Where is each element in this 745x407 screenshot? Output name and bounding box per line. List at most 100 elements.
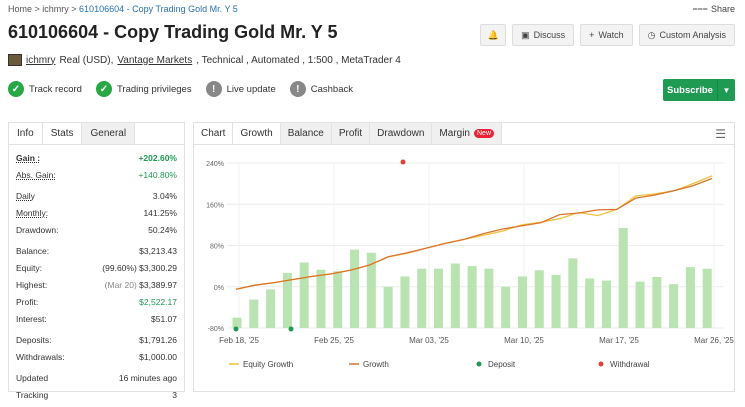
bar bbox=[467, 266, 477, 328]
tab-profit[interactable]: Profit bbox=[331, 123, 371, 144]
subscribe-label: Subscribe bbox=[667, 84, 713, 96]
x-tick-label: Feb 25, '25 bbox=[314, 336, 354, 345]
custom-analysis-button[interactable]: ◷ Custom Analysis bbox=[638, 24, 735, 46]
stat-value: +202.60% bbox=[138, 152, 177, 163]
stat-label: Drawdown: bbox=[16, 224, 59, 235]
bar bbox=[534, 270, 544, 328]
stat-abs-gain: Abs. Gain: +140.80% bbox=[16, 166, 177, 183]
x-tick-label: Mar 26, '25 bbox=[694, 336, 734, 345]
bar bbox=[601, 280, 611, 328]
bar bbox=[434, 268, 444, 328]
stat-label: Profit: bbox=[16, 296, 39, 307]
tab-general[interactable]: General bbox=[82, 123, 136, 144]
tab-info[interactable]: Info bbox=[9, 123, 43, 144]
breadcrumb-home[interactable]: Home bbox=[8, 4, 32, 14]
badge-cashback[interactable]: ! Cashback bbox=[289, 81, 353, 97]
stat-label[interactable]: Gain : bbox=[16, 153, 40, 163]
growth-chart: 240% 160% 80% 0% -80% Feb 18, '25 Feb 25, '25 M… bbox=[206, 159, 734, 369]
stat-drawdown: Drawdown: 50.24% bbox=[16, 221, 177, 238]
watch-label: Watch bbox=[598, 30, 624, 40]
stats-list: Gain : +202.60% Abs. Gain: +140.80% Daily 3… bbox=[9, 145, 184, 407]
stat-label: Withdrawals: bbox=[16, 351, 65, 362]
y-tick-label: 0% bbox=[214, 285, 224, 292]
badge-trading-privileges[interactable]: ✓ Trading privileges bbox=[95, 81, 192, 97]
exclamation-icon: ! bbox=[205, 81, 222, 97]
bar bbox=[417, 268, 427, 328]
bar bbox=[635, 281, 645, 328]
stat-updated: Updated 16 minutes ago bbox=[16, 369, 177, 386]
deposit-marker bbox=[233, 326, 239, 332]
stat-value: 50.24% bbox=[148, 224, 177, 235]
bar bbox=[685, 267, 695, 328]
withdrawal-marker bbox=[400, 159, 406, 165]
bar bbox=[551, 274, 561, 328]
check-icon: ✓ bbox=[95, 81, 112, 97]
bar bbox=[450, 263, 460, 328]
stat-withdrawals: Withdrawals: $1,000.00 bbox=[16, 348, 177, 365]
stat-equity: Equity: (99.60%) $3,300.29 bbox=[16, 259, 177, 276]
discuss-button[interactable]: ▣ Discuss bbox=[512, 24, 575, 46]
badge-label: Live update bbox=[226, 83, 276, 95]
stat-label: Tracking bbox=[16, 389, 49, 400]
breadcrumb-user[interactable]: ichmry bbox=[42, 4, 69, 14]
badges: ✓ Track record ✓ Trading privileges ! Live … bbox=[8, 81, 353, 97]
share-icon: ⩶ bbox=[692, 3, 708, 13]
stat-label[interactable]: Daily bbox=[16, 191, 35, 201]
bar bbox=[568, 258, 578, 328]
stat-balance: Balance: $3,213.43 bbox=[16, 242, 177, 259]
x-tick-label: Mar 03, '25 bbox=[409, 336, 449, 345]
legend-label: Equity Growth bbox=[243, 360, 293, 369]
tab-margin[interactable]: Margin New bbox=[432, 123, 503, 144]
badge-label: Track record bbox=[29, 83, 82, 95]
stat-profit: Profit: $2,522.17 bbox=[16, 293, 177, 310]
stat-value: $2,522.17 bbox=[139, 296, 177, 307]
subscribe-button[interactable]: Subscribe ▼ bbox=[663, 79, 735, 101]
bar bbox=[501, 286, 511, 328]
breadcrumb-current[interactable]: 610106604 - Copy Trading Gold Mr. Y 5 bbox=[79, 4, 238, 14]
broker-link[interactable]: Vantage Markets bbox=[117, 55, 192, 66]
legend-swatch bbox=[476, 361, 482, 367]
stat-value: 3 bbox=[172, 389, 177, 400]
bar bbox=[618, 227, 628, 328]
stat-value: 3.04% bbox=[152, 190, 177, 201]
stat-label[interactable]: Abs. Gain: bbox=[16, 170, 56, 180]
new-badge: New bbox=[474, 129, 495, 138]
bell-icon: 🔔 bbox=[487, 29, 499, 40]
bar bbox=[249, 299, 259, 328]
badge-track-record[interactable]: ✓ Track record bbox=[8, 81, 82, 97]
tab-stats[interactable]: Stats bbox=[42, 123, 83, 144]
custom-analysis-label: Custom Analysis bbox=[659, 30, 726, 40]
user-link[interactable]: ichmry bbox=[26, 55, 55, 66]
highest-amount: $3,389.97 bbox=[139, 279, 177, 290]
y-tick-label: -80% bbox=[208, 326, 224, 333]
bar bbox=[400, 276, 410, 328]
stat-label[interactable]: Monthly: bbox=[16, 208, 48, 218]
account-details: , Technical , Automated , 1:500 , MetaTr… bbox=[196, 54, 401, 66]
chevron-down-icon[interactable]: ▼ bbox=[717, 79, 735, 101]
share-button[interactable]: ⩶ Share bbox=[693, 3, 735, 14]
y-tick-label: 80% bbox=[210, 244, 224, 251]
tab-growth[interactable]: Growth bbox=[233, 123, 281, 144]
bar bbox=[350, 249, 360, 328]
header-actions: 🔔 ▣ Discuss + Watch ◷ Custom Analysis bbox=[480, 24, 735, 46]
stat-label: Interest: bbox=[16, 313, 47, 324]
tab-drawdown[interactable]: Drawdown bbox=[370, 123, 433, 144]
bar bbox=[232, 317, 242, 328]
legend-label: Withdrawal bbox=[610, 360, 650, 369]
stat-highest: Highest: (Mar 20) $3,389.97 bbox=[16, 276, 177, 293]
tab-chart[interactable]: Chart bbox=[194, 123, 234, 144]
plus-icon: + bbox=[589, 30, 595, 40]
check-icon: ✓ bbox=[8, 81, 24, 97]
bar bbox=[702, 268, 712, 328]
bar bbox=[652, 276, 662, 328]
badge-live-update[interactable]: ! Live update bbox=[205, 81, 276, 97]
notify-button[interactable]: 🔔 bbox=[480, 24, 507, 46]
stat-value: $1,000.00 bbox=[139, 351, 177, 362]
legend-label: Deposit bbox=[488, 360, 516, 369]
watch-button[interactable]: + Watch bbox=[580, 24, 633, 46]
badge-label: Cashback bbox=[310, 83, 353, 95]
stat-label: Updated bbox=[16, 372, 49, 383]
page-title: 610106604 - Copy Trading Gold Mr. Y 5 bbox=[8, 22, 338, 42]
chart-settings-icon[interactable]: ☰ bbox=[715, 127, 726, 141]
tab-balance[interactable]: Balance bbox=[280, 123, 332, 144]
